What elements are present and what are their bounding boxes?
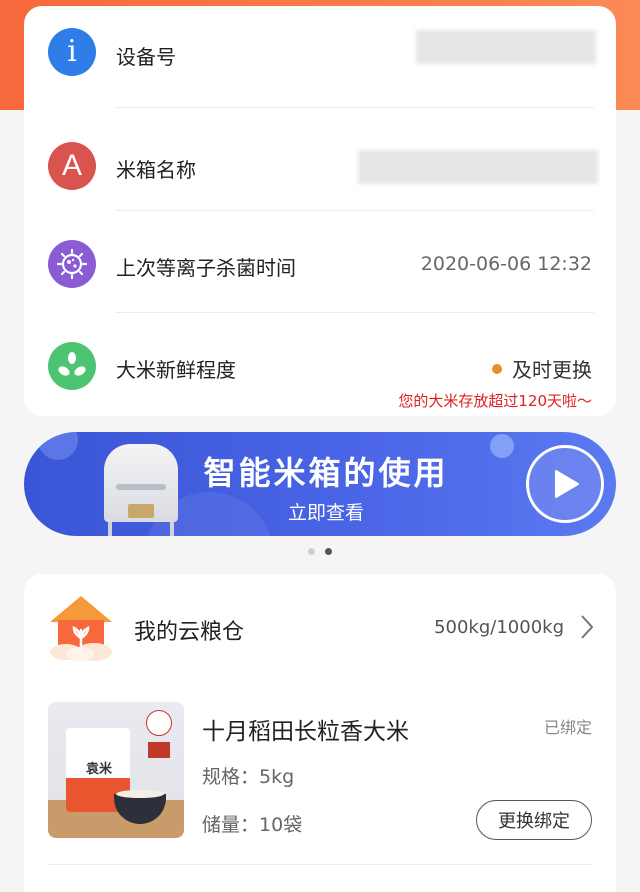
package-brand: 袁米 [86,762,113,777]
plasma-label: 上次等离子杀菌时间 [116,256,296,280]
device-id-row[interactable]: i 设备号 [24,6,616,108]
freshness-warning: 您的大米存放超过120天啦～ [398,392,592,410]
product-spec: 规格：5kg [202,762,294,789]
plasma-row: 上次等离子杀菌时间 2020-06-06 12:32 [24,212,616,314]
granary-title: 我的云粮仓 [134,620,245,645]
banner-decoration [490,434,514,458]
stock-value: 10袋 [259,814,303,836]
play-button[interactable] [526,445,604,523]
cloud-granary-card: 我的云粮仓 500kg/1000kg 袁米 十月稻田长粒香大米 已绑定 规格：5… [24,574,616,892]
info-icon-glyph: i [67,34,77,69]
sterilize-virus-icon [48,240,96,288]
smart-box-tutorial-banner[interactable]: 智能米箱的使用 立即查看 [24,432,616,536]
rice-box-info-card: i 设备号 A 米箱名称 上次等离子杀菌时间 2020-06-06 12:32 … [24,6,616,416]
box-name-label: 米箱名称 [116,158,196,182]
freshness-status: 及时更换 [492,354,592,383]
carousel-indicator [0,548,640,555]
chevron-right-icon [581,615,594,639]
rebind-button[interactable]: 更换绑定 [476,800,592,840]
product-stock: 储量：10袋 [202,810,302,837]
freshness-leaf-icon [48,342,96,390]
freshness-status-text: 及时更换 [512,358,592,382]
freshness-row: 大米新鲜程度 及时更换 您的大米存放超过120天啦～ [24,314,616,416]
spec-label: 规格： [202,766,260,788]
play-icon [555,470,579,498]
name-icon-glyph: A [61,149,82,182]
stock-label: 储量： [202,814,260,836]
divider [116,210,594,211]
info-icon: i [48,28,96,76]
carousel-dot[interactable] [308,548,315,555]
cloud-granary-header[interactable]: 我的云粮仓 500kg/1000kg [24,574,616,684]
rice-product-image: 袁米 [48,702,184,838]
box-name-row[interactable]: A 米箱名称 [24,108,616,210]
bound-status: 已绑定 [543,718,592,737]
granary-capacity: 500kg/1000kg [434,617,564,638]
status-dot-icon [492,363,502,374]
granary-house-icon [46,592,116,662]
device-id-label: 设备号 [116,45,176,69]
name-letter-icon: A [48,142,96,190]
divider [116,312,594,313]
banner-title: 智能米箱的使用 [203,454,449,492]
plasma-time-value: 2020-06-06 12:32 [420,253,592,275]
banner-subtitle: 立即查看 [287,502,364,524]
carousel-dot-active[interactable] [325,548,332,555]
freshness-label: 大米新鲜程度 [116,358,236,382]
box-name-value-redacted [358,150,598,184]
banner-decoration [38,432,78,460]
device-id-value-redacted [416,30,596,64]
divider [48,864,592,865]
spec-value: 5kg [259,766,295,788]
rice-box-illustration [98,444,184,536]
product-name: 十月稻田长粒香大米 [202,719,409,745]
